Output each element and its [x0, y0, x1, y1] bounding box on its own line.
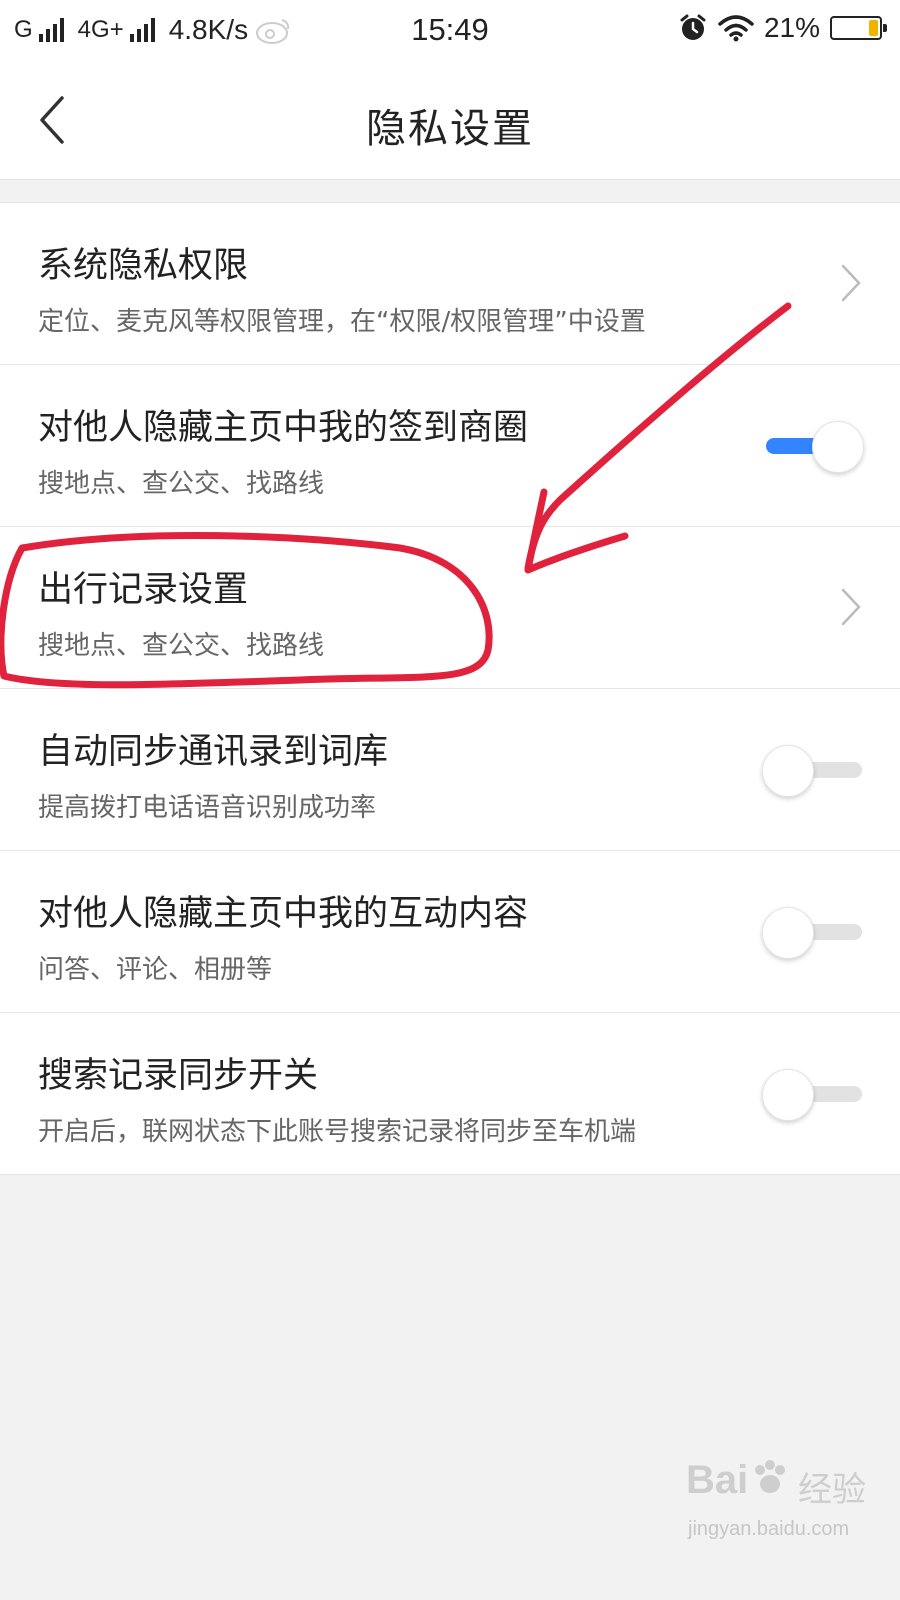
setting-sync-contacts: 自动同步通讯录到词库 提高拨打电话语音识别成功率 [0, 689, 900, 851]
setting-system-privacy[interactable]: 系统隐私权限 定位、麦克风等权限管理，在“权限/权限管理”中设置 [0, 203, 900, 365]
setting-subtitle: 提高拨打电话语音识别成功率 [38, 793, 377, 823]
setting-subtitle: 问答、评论、相册等 [38, 955, 273, 985]
setting-travel-records[interactable]: 出行记录设置 搜地点、查公交、找路线 [0, 527, 900, 689]
watermark-cn: 经验 [798, 1470, 866, 1510]
setting-title: 搜索记录同步开关 [38, 1056, 319, 1096]
sync-contacts-toggle[interactable] [762, 745, 862, 797]
status-bar: G 4G+ 4.8K/s 15:49 21% [0, 0, 900, 60]
setting-title: 出行记录设置 [38, 570, 249, 610]
setting-subtitle: 定位、麦克风等权限管理，在“权限/权限管理”中设置 [38, 307, 646, 337]
setting-subtitle: 搜地点、查公交、找路线 [38, 631, 325, 661]
setting-title: 系统隐私权限 [38, 246, 249, 286]
setting-title: 对他人隐藏主页中我的互动内容 [38, 894, 529, 934]
hide-interactions-toggle[interactable] [762, 907, 862, 959]
settings-list: 系统隐私权限 定位、麦克风等权限管理，在“权限/权限管理”中设置 对他人隐藏主页… [0, 202, 900, 1175]
status-right: 21% [678, 12, 887, 44]
setting-title: 对他人隐藏主页中我的签到商圈 [38, 408, 529, 448]
setting-subtitle: 搜地点、查公交、找路线 [38, 469, 325, 499]
page-title: 隐私设置 [366, 106, 534, 152]
header: 隐私设置 [0, 60, 900, 180]
toggle-knob [812, 421, 864, 473]
watermark-brand: Bai [686, 1458, 749, 1502]
setting-hide-interactions: 对他人隐藏主页中我的互动内容 问答、评论、相册等 [0, 851, 900, 1013]
toggle-knob [762, 745, 814, 797]
chevron-right-icon [841, 264, 861, 302]
watermark-url: jingyan.baidu.com [688, 1518, 850, 1540]
wifi-icon [718, 15, 754, 42]
chevron-right-icon [841, 588, 861, 626]
setting-subtitle: 开启后，联网状态下此账号搜索记录将同步至车机端 [38, 1117, 637, 1147]
battery-icon [830, 16, 887, 40]
alarm-icon [680, 14, 706, 40]
toggle-knob [762, 1069, 814, 1121]
paw-logo-icon [755, 1460, 785, 1493]
setting-search-sync: 搜索记录同步开关 开启后，联网状态下此账号搜索记录将同步至车机端 [0, 1013, 900, 1175]
setting-title: 自动同步通讯录到词库 [38, 732, 389, 772]
toggle-knob [762, 907, 814, 959]
search-sync-toggle[interactable] [762, 1069, 862, 1121]
baidu-jingyan-watermark: Bai 经验 jingyan.baidu.com [680, 1458, 880, 1578]
hide-checkin-toggle[interactable] [762, 421, 864, 473]
battery-percent: 21% [763, 12, 820, 43]
setting-hide-checkin: 对他人隐藏主页中我的签到商圈 搜地点、查公交、找路线 [0, 365, 900, 527]
